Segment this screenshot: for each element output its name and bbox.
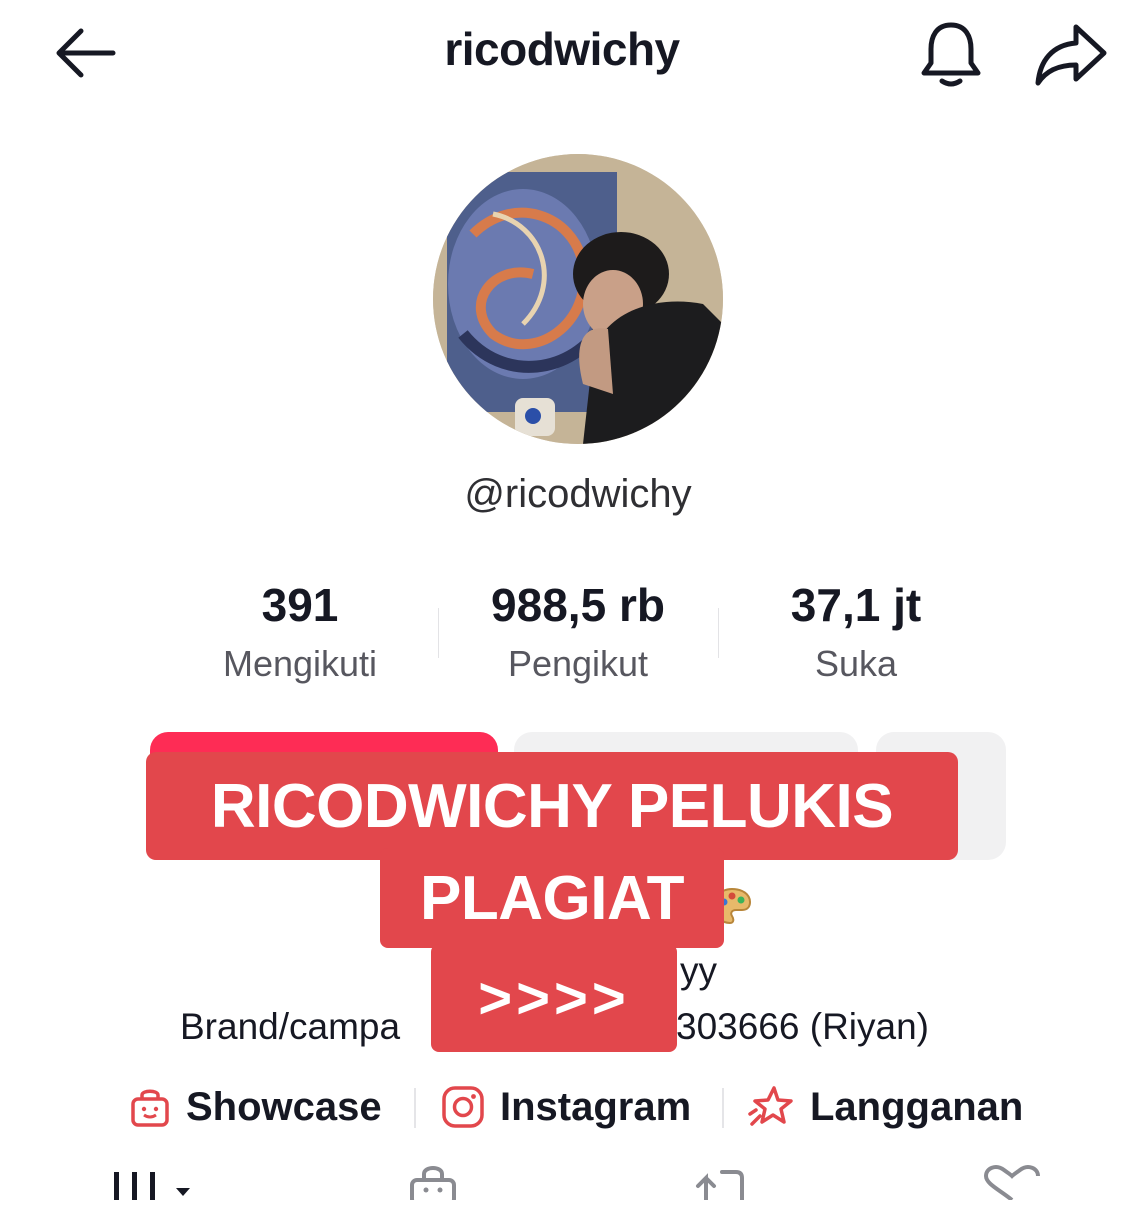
overlay-text-2: PLAGIAT: [420, 863, 685, 933]
tab-videos[interactable]: [110, 1160, 200, 1205]
likes-count: 37,1 jt: [790, 579, 922, 631]
overlay-banner-line-3: >>>>: [431, 944, 677, 1052]
showcase-link[interactable]: Showcase: [128, 1080, 382, 1134]
following-count: 391: [261, 579, 339, 631]
stat-likes[interactable]: 37,1 jt Suka: [716, 580, 996, 685]
overlay-text-1: RICODWICHY PELUKIS: [210, 771, 894, 841]
followers-label: Pengikut: [507, 642, 649, 684]
overlay-text-3: >>>>: [478, 965, 630, 1031]
bio-line-2-end: 303666 (Riyan): [676, 1006, 929, 1047]
stat-following[interactable]: 391 Mengikuti: [160, 580, 440, 685]
grid-icon: [114, 1172, 190, 1200]
bio-line-1: yy: [680, 950, 717, 991]
subscription-label: Langganan: [810, 1084, 1024, 1129]
stat-followers[interactable]: 988,5 rb Pengikut: [438, 580, 718, 685]
instagram-link[interactable]: Instagram: [440, 1080, 691, 1134]
overlay-banner-line-1: RICODWICHY PELUKIS: [146, 752, 958, 860]
link-divider: [722, 1088, 724, 1128]
star-rocket-icon: [748, 1086, 793, 1126]
shopping-bag-icon: [131, 1089, 169, 1127]
avatar[interactable]: [433, 154, 723, 444]
tab-liked[interactable]: [980, 1160, 1044, 1205]
repost-icon: [696, 1170, 744, 1202]
bell-icon: [921, 22, 981, 87]
tab-reposts[interactable]: [692, 1160, 748, 1205]
followers-count: 988,5 rb: [491, 579, 665, 631]
instagram-icon: [442, 1086, 484, 1128]
likes-label: Suka: [814, 642, 898, 684]
share-arrow-icon: [1035, 24, 1107, 86]
following-label: Mengikuti: [222, 642, 378, 684]
profile-handle: @ricodwichy: [464, 472, 692, 516]
tab-shop[interactable]: [408, 1160, 458, 1205]
showcase-label: Showcase: [186, 1084, 382, 1129]
shop-icon: [410, 1166, 456, 1205]
overlay-banner-line-2: PLAGIAT: [380, 848, 724, 948]
notification-bell-button[interactable]: [912, 16, 990, 92]
share-button[interactable]: [1028, 16, 1112, 92]
link-divider: [414, 1088, 416, 1128]
heart-icon: [983, 1165, 1040, 1202]
profile-photo: [433, 154, 723, 444]
instagram-label: Instagram: [500, 1084, 692, 1129]
bio-line-2-start: Brand/campa: [180, 1006, 401, 1047]
subscription-link[interactable]: Langganan: [748, 1080, 1023, 1134]
